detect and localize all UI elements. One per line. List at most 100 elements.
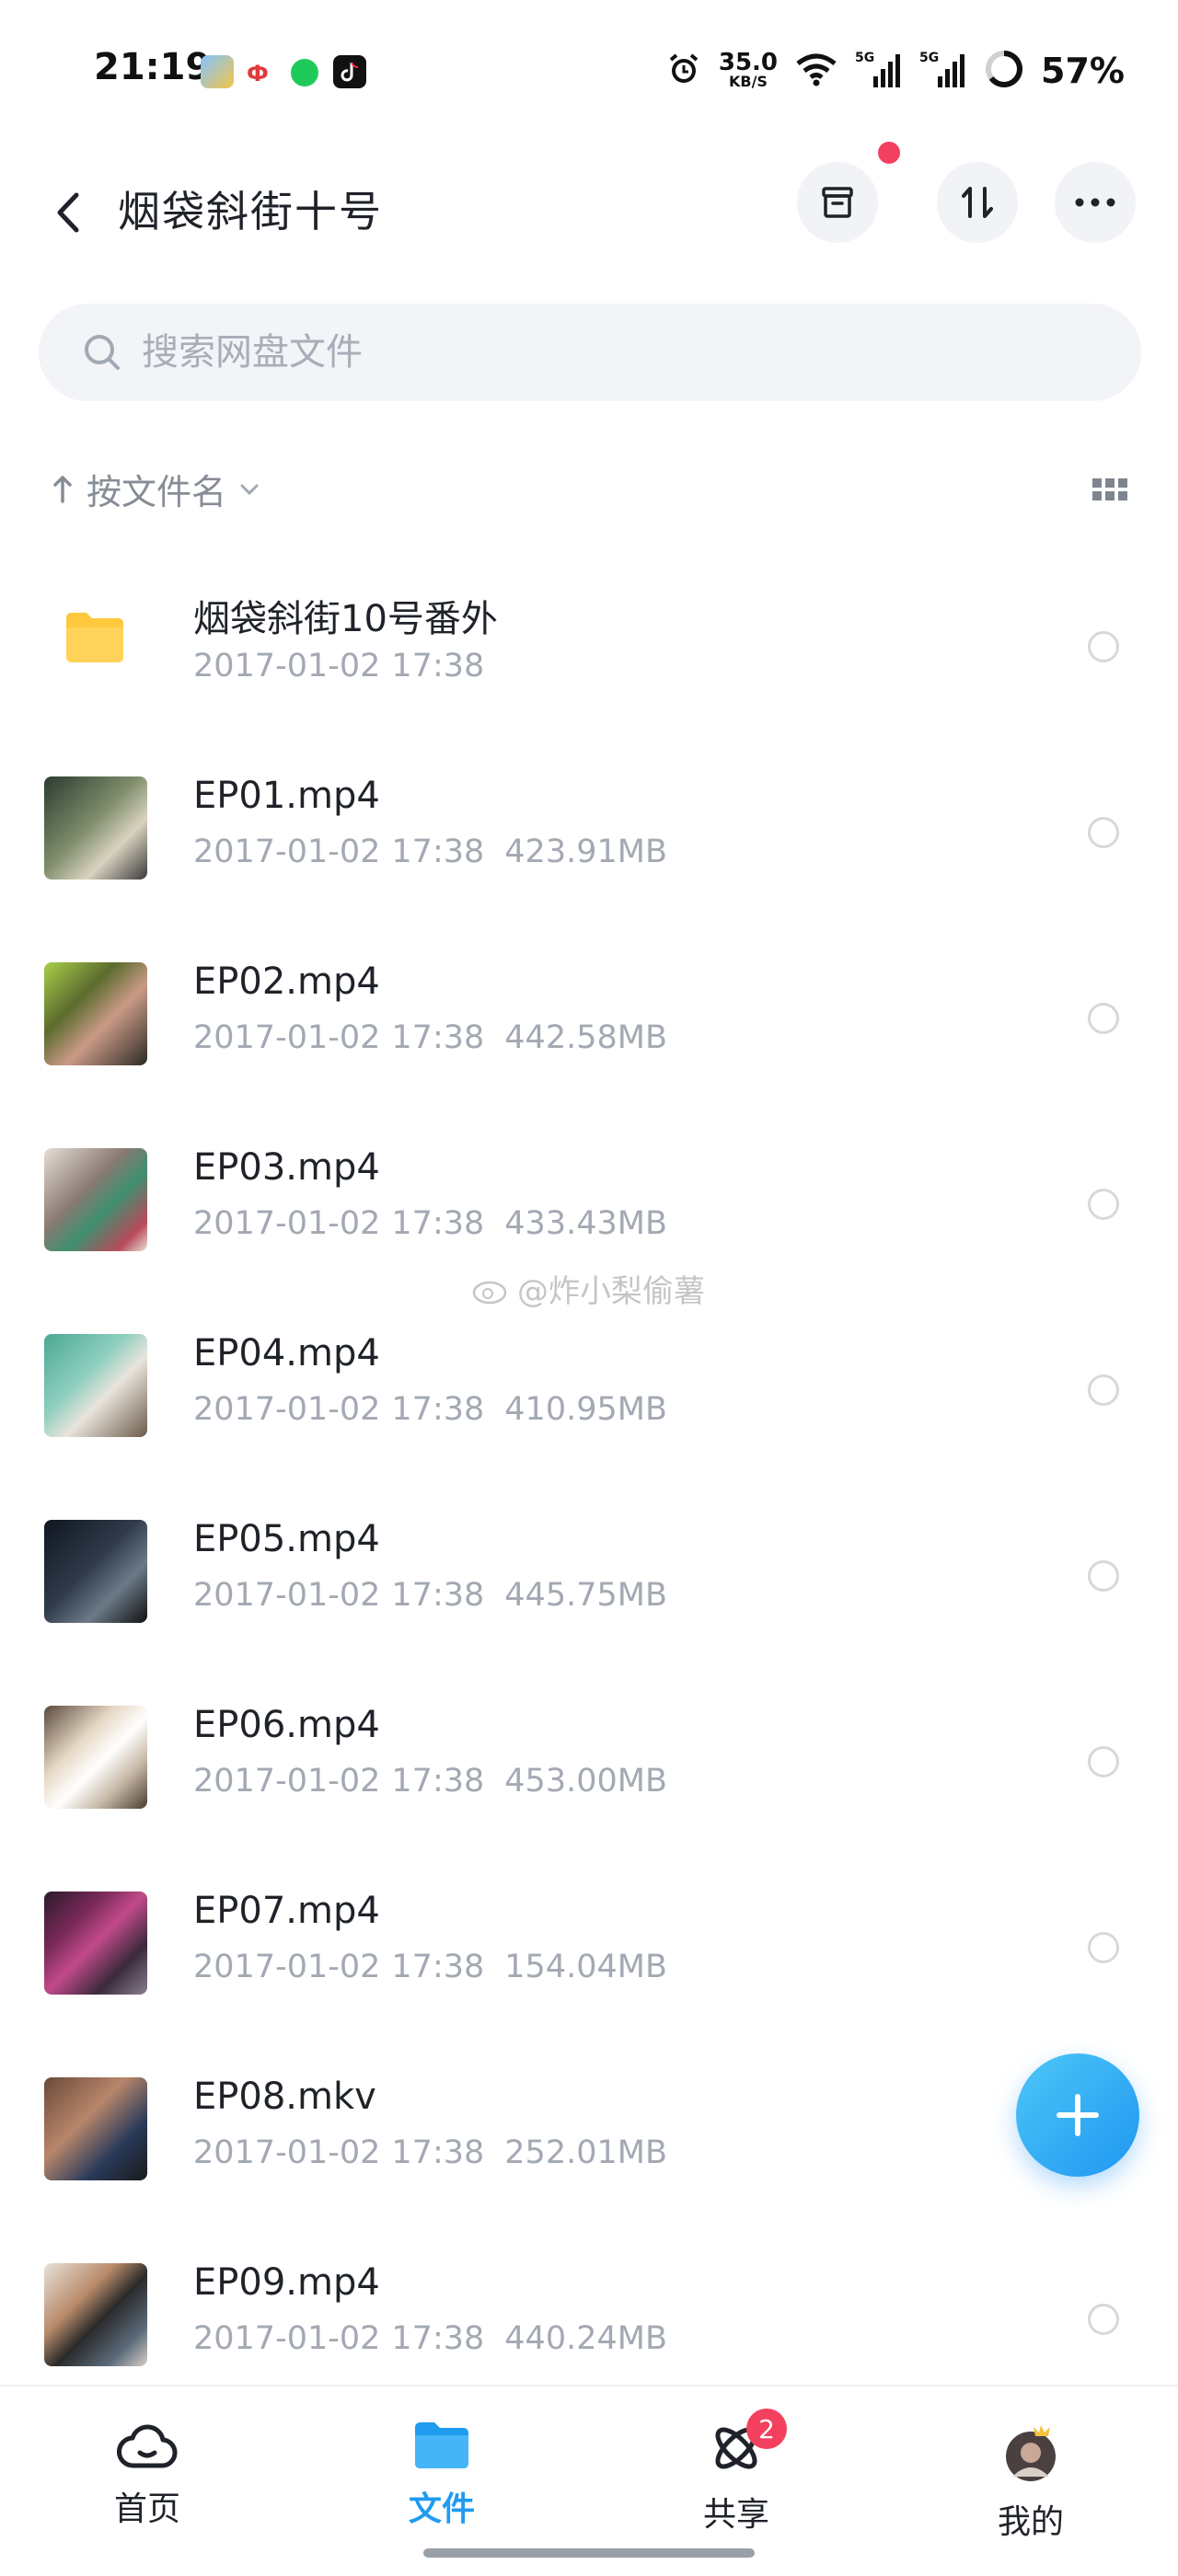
file-name: EP06.mp4 [193, 1704, 380, 1746]
nav-files-label: 文件 [408, 2490, 475, 2528]
sort-row: 按文件名 [39, 456, 1141, 521]
file-meta: 2017-01-02 17:38 440.24MB [193, 2320, 667, 2357]
sort-label: 按文件名 [87, 472, 227, 512]
notification-dot [878, 142, 900, 164]
file-name: EP01.mp4 [193, 775, 380, 817]
video-thumbnail [44, 2077, 147, 2180]
video-thumbnail [44, 1892, 147, 1995]
folder-row[interactable]: 烟袋斜街10号番外 2017-01-02 17:38 [0, 552, 1178, 738]
select-radio[interactable] [1088, 1374, 1119, 1406]
grid-view-button[interactable] [1090, 469, 1130, 510]
video-thumbnail [44, 1706, 147, 1809]
cloud-icon [115, 2420, 179, 2471]
weibo-icon [472, 1281, 507, 1304]
svg-text:Ф: Ф [247, 61, 269, 86]
file-row[interactable]: EP05.mp4 2017-01-02 17:38 445.75MB [0, 1481, 1178, 1667]
file-meta: 2017-01-02 17:38 453.00MB [193, 1763, 667, 1800]
folder-filled-icon [410, 2420, 474, 2471]
sort-order-button[interactable] [937, 162, 1018, 243]
weather-app-icon [201, 55, 234, 88]
video-thumbnail [44, 1334, 147, 1437]
file-row[interactable]: EP07.mp4 2017-01-02 17:38 154.04MB [0, 1853, 1178, 2039]
chevron-down-icon [240, 484, 259, 495]
signal-icon: 5G [855, 51, 903, 91]
watermark: @炸小梨偷薯 [471, 1266, 705, 1311]
file-name: EP05.mp4 [193, 1518, 380, 1560]
nav-me-label: 我的 [997, 2503, 1064, 2541]
search-input[interactable] [142, 331, 970, 374]
nav-home[interactable]: 首页 [74, 2420, 221, 2530]
grid-icon [1092, 478, 1127, 500]
file-row[interactable]: EP08.mkv 2017-01-02 17:38 252.01MB [0, 2039, 1178, 2225]
file-row[interactable]: EP02.mp4 2017-01-02 17:38 442.58MB [0, 924, 1178, 1110]
file-name: 烟袋斜街10号番外 [193, 598, 498, 640]
file-row[interactable]: EP06.mp4 2017-01-02 17:38 453.00MB [0, 1667, 1178, 1853]
share-badge: 2 [746, 2409, 787, 2449]
file-meta: 2017-01-02 17:38 445.75MB [193, 1577, 667, 1614]
video-thumbnail [44, 962, 147, 1065]
sort-arrows-icon [962, 187, 993, 218]
file-name: EP02.mp4 [193, 960, 380, 1003]
file-meta: 2017-01-02 17:38 410.95MB [193, 1391, 667, 1428]
bottom-nav: 首页 文件 2 共享 我的 [0, 2385, 1178, 2576]
status-time: 21:19 [94, 46, 212, 88]
add-button[interactable] [1016, 2053, 1139, 2177]
file-meta: 2017-01-02 17:38 154.04MB [193, 1949, 667, 1985]
tiktok-app-icon [333, 55, 366, 88]
file-name: EP04.mp4 [193, 1332, 380, 1374]
news-app-icon: Ф [245, 55, 278, 88]
orbit-icon: 2 [704, 2409, 787, 2477]
battery-level: 57% [1041, 51, 1125, 91]
select-radio[interactable] [1088, 2304, 1119, 2335]
file-name: EP09.mp4 [193, 2261, 380, 2304]
file-row[interactable]: EP01.mp4 2017-01-02 17:38 423.91MB [0, 738, 1178, 924]
select-radio[interactable] [1088, 1189, 1119, 1220]
file-row[interactable]: EP09.mp4 2017-01-02 17:38 440.24MB [0, 2225, 1178, 2410]
home-indicator[interactable] [423, 2548, 755, 2558]
video-thumbnail [44, 1520, 147, 1623]
alarm-icon [665, 51, 702, 91]
signal-icon-2: 5G [919, 51, 967, 91]
battery-ring-icon [984, 49, 1024, 93]
wifi-icon [794, 51, 838, 91]
music-app-icon [291, 59, 318, 86]
nav-home-label: 首页 [113, 2490, 180, 2528]
file-meta: 2017-01-02 17:38 423.91MB [193, 834, 667, 870]
search-bar[interactable] [39, 304, 1141, 401]
file-name: EP03.mp4 [193, 1146, 380, 1189]
file-meta: 2017-01-02 17:38 252.01MB [193, 2134, 667, 2171]
select-radio[interactable] [1088, 631, 1119, 662]
nav-share-label: 共享 [702, 2496, 769, 2534]
video-thumbnail [44, 2263, 147, 2366]
back-button[interactable] [40, 180, 96, 245]
more-button[interactable] [1055, 162, 1136, 243]
file-meta: 2017-01-02 17:38 433.43MB [193, 1205, 667, 1242]
page-title: 烟袋斜街十号 [118, 187, 383, 236]
select-radio[interactable] [1088, 1560, 1119, 1592]
select-radio[interactable] [1088, 1932, 1119, 1963]
status-indicators: 35.0 KB/S 5G 5G 57% [665, 48, 1125, 94]
avatar [999, 2420, 1063, 2484]
nav-files[interactable]: 文件 [368, 2420, 515, 2530]
folder-icon [66, 613, 123, 662]
file-name: EP07.mp4 [193, 1890, 380, 1932]
video-thumbnail [44, 776, 147, 880]
more-dots-icon [1075, 198, 1115, 207]
select-radio[interactable] [1088, 1746, 1119, 1777]
box-icon [822, 187, 853, 218]
search-icon [79, 329, 125, 375]
video-thumbnail [44, 1148, 147, 1251]
select-radio[interactable] [1088, 817, 1119, 848]
header: 烟袋斜街十号 [0, 147, 1178, 276]
select-radio[interactable] [1088, 1003, 1119, 1034]
transfer-list-button[interactable] [797, 162, 878, 243]
status-bar: 21:19 Ф 35.0 KB/S 5G 5G 57% [0, 0, 1178, 147]
net-speed: 35.0 KB/S [718, 49, 779, 90]
nav-share[interactable]: 2 共享 [663, 2409, 810, 2534]
nav-me[interactable]: 我的 [957, 2420, 1104, 2541]
arrow-up-icon [53, 475, 72, 503]
file-row[interactable]: EP04.mp4 2017-01-02 17:38 410.95MB [0, 1295, 1178, 1481]
file-meta: 2017-01-02 17:38 [193, 648, 485, 684]
sort-by-name-button[interactable]: 按文件名 [52, 464, 260, 514]
plus-icon [1057, 2094, 1099, 2136]
